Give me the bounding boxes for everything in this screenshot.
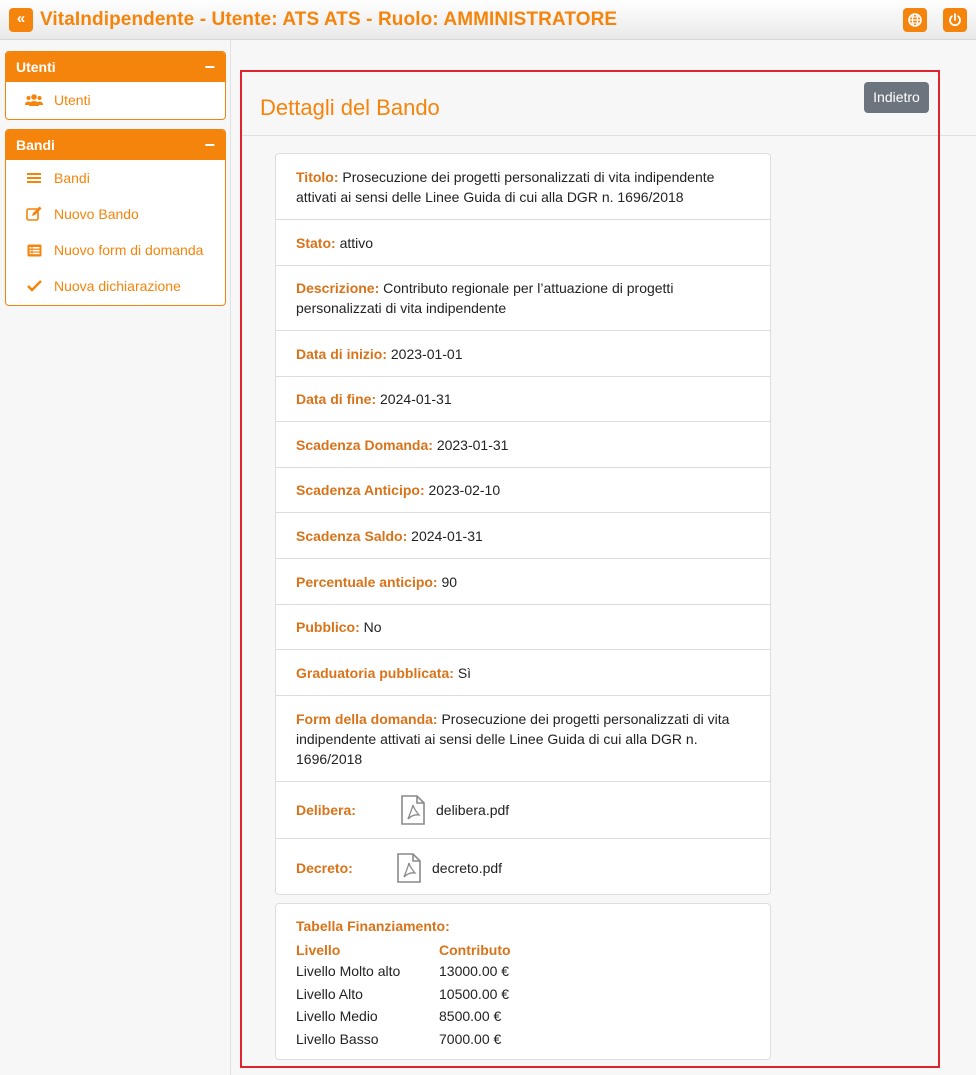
check-icon bbox=[24, 280, 44, 292]
sidebar-toggle-button[interactable]: « bbox=[9, 8, 33, 32]
list-alt-icon bbox=[24, 244, 44, 257]
power-icon bbox=[949, 13, 961, 27]
sidebar-item-nuova-dichiarazione[interactable]: Nuova dichiarazione bbox=[6, 268, 225, 304]
sidebar-section-header[interactable]: Utenti − bbox=[6, 52, 225, 82]
sidebar-item-nuovo-form[interactable]: Nuovo form di domanda bbox=[6, 232, 225, 268]
sidebar-item-label: Nuovo form di domanda bbox=[54, 242, 204, 258]
sidebar-section-title: Bandi bbox=[16, 137, 55, 153]
top-bar: « VitaIndipendente - Utente: ATS ATS - R… bbox=[0, 0, 976, 40]
collapse-icon[interactable]: − bbox=[204, 130, 215, 160]
sidebar-item-bandi[interactable]: Bandi bbox=[6, 160, 225, 196]
globe-icon bbox=[908, 13, 922, 27]
content-highlight-frame bbox=[240, 70, 940, 1068]
sidebar-item-label: Bandi bbox=[54, 170, 90, 186]
logout-button[interactable] bbox=[943, 8, 967, 32]
sidebar-item-label: Nuova dichiarazione bbox=[54, 278, 181, 294]
sidebar-section-bandi: Bandi − Bandi Nuovo Bando Nuovo form di … bbox=[5, 129, 226, 306]
sidebar: Utenti − Utenti Bandi − Bandi Nuovo Band… bbox=[0, 40, 231, 1075]
users-icon bbox=[24, 93, 44, 107]
sidebar-section-utenti: Utenti − Utenti bbox=[5, 51, 226, 120]
list-icon bbox=[24, 172, 44, 184]
sidebar-section-title: Utenti bbox=[16, 59, 56, 75]
edit-icon bbox=[24, 206, 44, 222]
sidebar-item-utenti[interactable]: Utenti bbox=[6, 82, 225, 118]
app-title: VitaIndipendente - Utente: ATS ATS - Ruo… bbox=[40, 9, 618, 30]
double-chevron-left-icon: « bbox=[16, 10, 26, 27]
sidebar-item-nuovo-bando[interactable]: Nuovo Bando bbox=[6, 196, 225, 232]
collapse-icon[interactable]: − bbox=[204, 52, 215, 82]
sidebar-item-label: Nuovo Bando bbox=[54, 206, 139, 222]
sidebar-section-header[interactable]: Bandi − bbox=[6, 130, 225, 160]
language-button[interactable] bbox=[903, 8, 927, 32]
sidebar-item-label: Utenti bbox=[54, 92, 91, 108]
